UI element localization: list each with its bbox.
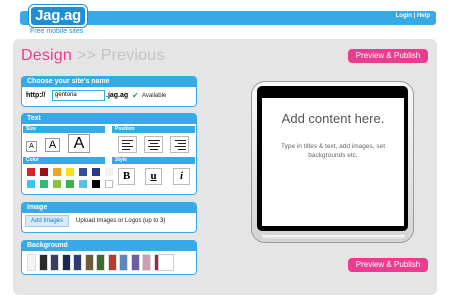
color-swatch[interactable]: [105, 168, 113, 176]
availability-status: Available: [142, 93, 167, 99]
size-small-button[interactable]: A: [26, 141, 37, 152]
header: Jag.ag Free mobile sites Login | Help: [0, 0, 450, 40]
background-swatch[interactable]: [27, 254, 36, 271]
url-prefix: http://: [26, 92, 46, 99]
position-label: Position: [112, 126, 195, 133]
color-swatch[interactable]: [79, 168, 87, 176]
background-swatch[interactable]: [38, 254, 48, 271]
color-swatch[interactable]: [66, 180, 74, 188]
preview-body: Type in titles & text, add images, set b…: [280, 143, 386, 159]
step-previous[interactable]: >> Previous: [77, 47, 165, 65]
logo[interactable]: Jag.ag: [29, 5, 87, 27]
color-swatch[interactable]: [105, 180, 113, 188]
tagline: Free mobile sites: [30, 28, 84, 35]
url-suffix: .jag.ag: [106, 92, 129, 99]
color-swatch[interactable]: [53, 168, 61, 176]
background-swatch[interactable]: [84, 254, 94, 271]
color-swatch[interactable]: [40, 168, 48, 176]
site-name-panel-title: Choose your site's name: [22, 77, 196, 87]
site-name-input[interactable]: gentoria: [52, 90, 105, 101]
size-large-button[interactable]: A: [68, 134, 90, 153]
color-swatch[interactable]: [92, 180, 100, 188]
background-swatch[interactable]: [96, 254, 105, 271]
background-swatch[interactable]: [73, 254, 82, 271]
image-panel-title: Image: [22, 203, 196, 213]
background-swatch[interactable]: [119, 254, 128, 271]
size-label: Size: [23, 126, 105, 133]
color-swatch[interactable]: [27, 168, 35, 176]
background-panel-title: Background: [22, 241, 196, 251]
color-swatch[interactable]: [92, 168, 100, 176]
background-swatch[interactable]: [61, 254, 71, 271]
color-swatch[interactable]: [27, 180, 35, 188]
align-right-button[interactable]: [170, 136, 189, 153]
help-link[interactable]: Help: [417, 13, 430, 19]
color-swatch[interactable]: [66, 168, 74, 176]
style-label: Style: [112, 157, 195, 164]
align-left-button[interactable]: [118, 136, 137, 153]
size-medium-button[interactable]: A: [45, 138, 60, 152]
color-label: Color: [23, 157, 105, 164]
underline-button[interactable]: u: [145, 168, 162, 185]
step-design: Design: [21, 47, 73, 64]
italic-button[interactable]: i: [173, 168, 190, 185]
align-center-button[interactable]: [144, 136, 163, 153]
preview-publish-button-top[interactable]: Preview & Publish: [348, 49, 428, 63]
preview-publish-button-bottom[interactable]: Preview & Publish: [348, 258, 428, 272]
preview-headline: Add content here.: [281, 111, 385, 126]
login-link[interactable]: Login: [396, 13, 412, 19]
background-swatch[interactable]: [107, 254, 117, 271]
color-swatch[interactable]: [79, 180, 87, 188]
check-icon: ✔: [132, 91, 139, 100]
add-images-button[interactable]: Add Images: [25, 215, 69, 227]
auth-separator: |: [413, 13, 416, 19]
image-upload-hint: Upload Images or Logos (up to 3): [76, 218, 166, 224]
phone-bottom: [262, 235, 405, 240]
background-swatch[interactable]: [130, 254, 140, 271]
background-swatch-none[interactable]: [158, 254, 174, 271]
color-swatch[interactable]: [53, 180, 61, 188]
color-swatch[interactable]: [40, 180, 48, 188]
bold-button[interactable]: B: [118, 168, 135, 185]
background-swatch[interactable]: [142, 254, 151, 271]
text-panel-title: Text: [22, 114, 196, 124]
auth-links: Login | Help: [396, 13, 430, 19]
background-swatch[interactable]: [50, 254, 59, 271]
